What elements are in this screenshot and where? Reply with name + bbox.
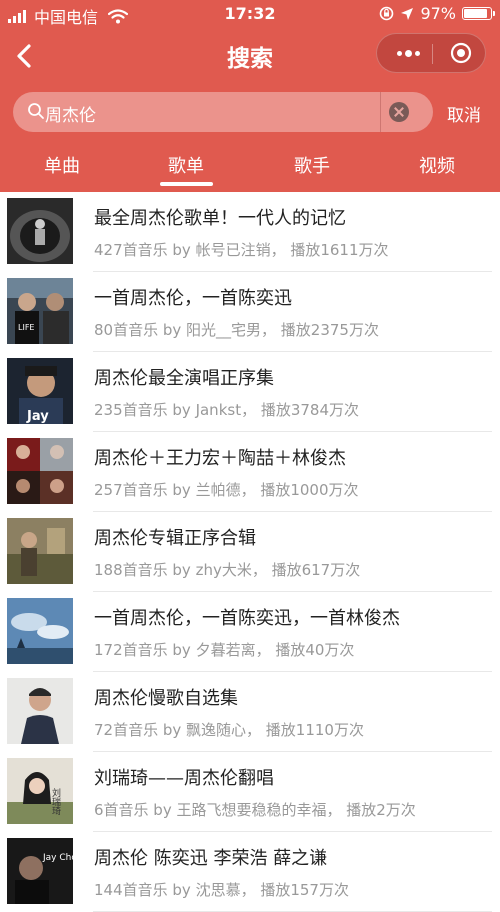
list-item[interactable]: 周杰伦慢歌自选集 72首音乐 by 飘逸随心， 播放1110万次: [0, 672, 500, 752]
playlist-meta: 235首音乐 by Jankst， 播放3784万次: [94, 401, 360, 419]
list-item[interactable]: 最全周杰伦歌单！一代人的记忆 427首音乐 by 帐号已注销， 播放1611万次: [0, 192, 500, 272]
tab-singers[interactable]: 歌手: [262, 152, 362, 178]
search-input[interactable]: 周杰伦: [45, 101, 96, 126]
battery-icon: [462, 7, 495, 20]
search-row: 周杰伦 取消: [0, 92, 500, 132]
playlist-cover: 刘瑞琦: [7, 758, 73, 824]
playlist-cover: [7, 678, 73, 744]
location-arrow-icon: [401, 7, 414, 20]
list-item[interactable]: 刘瑞琦 刘瑞琦——周杰伦翻唱 6首音乐 by 王路飞想要稳稳的幸福， 播放2万次: [0, 752, 500, 832]
app-header: 中国电信 17:32 97% 搜索 周杰伦 取消 单曲 歌单 歌手 视频: [0, 0, 500, 192]
playlist-cover: LIFE: [7, 278, 73, 344]
target-circle-icon[interactable]: [450, 42, 472, 64]
active-tab-indicator: [160, 182, 213, 186]
playlist-cover: [7, 598, 73, 664]
playlist-title: 周杰伦 陈奕迅 李荣浩 薛之谦: [94, 848, 328, 869]
playlist-cover-overlay: Jay: [26, 409, 49, 424]
playlist-meta: 172首音乐 by 夕暮若离， 播放40万次: [94, 641, 355, 659]
playlist-meta: 6首音乐 by 王路飞想要稳稳的幸福， 播放2万次: [94, 801, 416, 819]
playlist-cover-overlay: 刘瑞琦: [50, 787, 61, 815]
capsule-divider: [432, 44, 433, 64]
playlist-meta: 72首音乐 by 飘逸随心， 播放1110万次: [94, 721, 364, 739]
playlist-cover: Jay Chou: [7, 838, 73, 904]
playlist-title: 周杰伦＋王力宏＋陶喆＋林俊杰: [94, 448, 346, 469]
navigation-bar: 搜索: [0, 28, 500, 84]
rotation-lock-icon: [380, 6, 394, 21]
playlist-title: 一首周杰伦，一首陈奕迅: [94, 288, 292, 309]
search-tabs: 单曲 歌单 歌手 视频: [0, 146, 500, 192]
list-item[interactable]: Jay Chou 周杰伦 陈奕迅 李荣浩 薛之谦 144首音乐 by 沈思慕， …: [0, 832, 500, 912]
playlist-cover: [7, 198, 73, 264]
playlist-meta: 80首音乐 by 阳光__宅男， 播放2375万次: [94, 321, 379, 339]
search-icon: [28, 103, 44, 119]
playlist-title: 一首周杰伦，一首陈奕迅，一首林俊杰: [94, 608, 400, 629]
playlist-cover-overlay: LIFE: [18, 323, 34, 332]
playlist-title: 周杰伦专辑正序合辑: [94, 528, 256, 549]
playlist-cover: [7, 518, 73, 584]
playlist-title: 刘瑞琦——周杰伦翻唱: [94, 768, 274, 789]
clear-search-icon[interactable]: [389, 102, 409, 122]
playlist-title: 周杰伦最全演唱正序集: [94, 368, 274, 389]
playlist-cover-overlay: Jay Chou: [42, 853, 73, 863]
clear-separator: [380, 92, 381, 132]
mini-program-capsule: [376, 33, 486, 73]
playlist-cover: [7, 438, 73, 504]
playlist-list: 最全周杰伦歌单！一代人的记忆 427首音乐 by 帐号已注销， 播放1611万次…: [0, 192, 500, 912]
playlist-cover: Jay: [7, 358, 73, 424]
tab-songs[interactable]: 单曲: [12, 152, 112, 178]
playlist-title: 周杰伦慢歌自选集: [94, 688, 238, 709]
playlist-meta: 257首音乐 by 兰帕德， 播放1000万次: [94, 481, 359, 499]
tab-videos[interactable]: 视频: [387, 152, 487, 178]
list-item[interactable]: LIFE 一首周杰伦，一首陈奕迅 80首音乐 by 阳光__宅男， 播放2375…: [0, 272, 500, 352]
tab-playlists[interactable]: 歌单: [136, 152, 236, 178]
search-box[interactable]: 周杰伦: [13, 92, 433, 132]
playlist-meta: 427首音乐 by 帐号已注销， 播放1611万次: [94, 241, 389, 259]
battery-percent: 97%: [420, 4, 456, 23]
list-item[interactable]: 周杰伦专辑正序合辑 188首音乐 by zhy大米， 播放617万次: [0, 512, 500, 592]
more-dots-icon[interactable]: [393, 42, 423, 64]
playlist-meta: 188首音乐 by zhy大米， 播放617万次: [94, 561, 361, 579]
status-right: 97%: [379, 4, 495, 23]
playlist-meta: 144首音乐 by 沈思慕， 播放157万次: [94, 881, 349, 899]
cancel-button[interactable]: 取消: [447, 101, 481, 126]
status-bar: 中国电信 17:32 97%: [0, 0, 500, 28]
playlist-title: 最全周杰伦歌单！一代人的记忆: [94, 208, 346, 229]
battery-fill: [464, 9, 487, 18]
list-item[interactable]: 周杰伦＋王力宏＋陶喆＋林俊杰 257首音乐 by 兰帕德， 播放1000万次: [0, 432, 500, 512]
list-item[interactable]: 一首周杰伦，一首陈奕迅，一首林俊杰 172首音乐 by 夕暮若离， 播放40万次: [0, 592, 500, 672]
list-item[interactable]: Jay 周杰伦最全演唱正序集 235首音乐 by Jankst， 播放3784万…: [0, 352, 500, 432]
